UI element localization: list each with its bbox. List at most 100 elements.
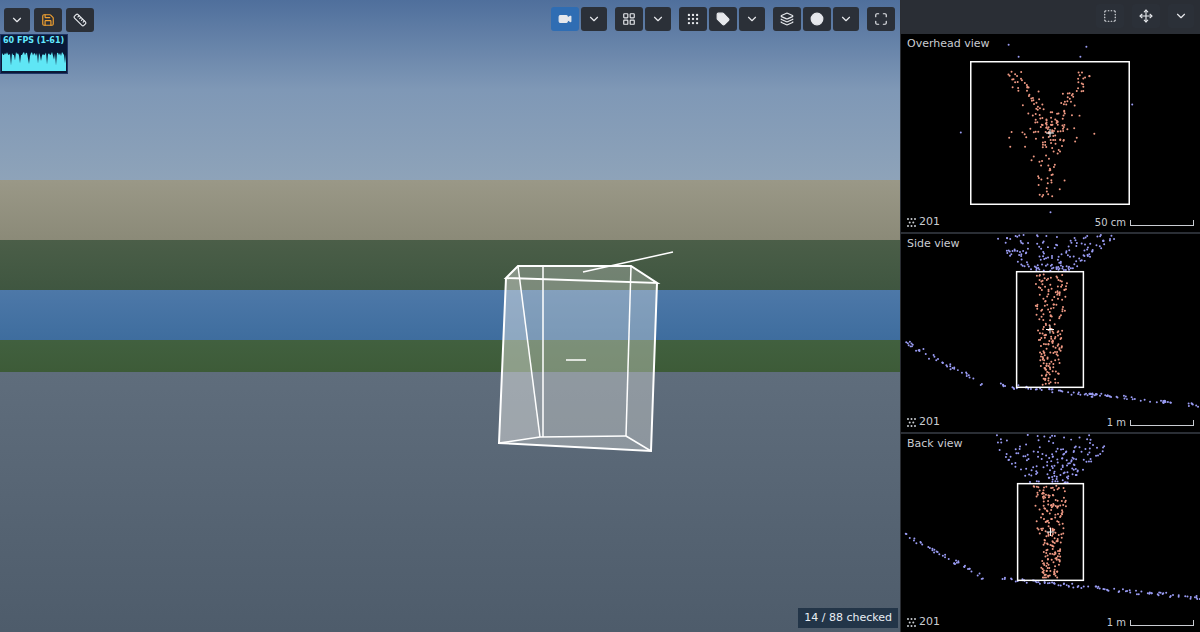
point-cloud-canvas[interactable]	[901, 34, 1200, 232]
point	[1073, 464, 1075, 466]
dropdown-button[interactable]	[581, 7, 607, 31]
layout-button[interactable]	[615, 7, 643, 31]
point	[1091, 393, 1093, 395]
point	[1052, 370, 1054, 372]
point	[1056, 120, 1058, 122]
point	[1054, 514, 1056, 516]
point	[1020, 240, 1022, 242]
point	[1033, 103, 1035, 105]
point	[1055, 371, 1057, 373]
point	[1087, 394, 1089, 396]
camera-button[interactable]	[551, 7, 579, 31]
point	[1024, 133, 1026, 135]
bounding-box[interactable]	[1017, 272, 1084, 388]
bounding-box[interactable]	[971, 62, 1129, 205]
point	[1058, 553, 1060, 555]
point	[1066, 100, 1068, 102]
save-button[interactable]	[34, 8, 62, 32]
view-title: Side view	[907, 237, 1194, 251]
point	[1036, 520, 1038, 522]
layers-button[interactable]	[773, 7, 801, 31]
point	[1041, 264, 1043, 266]
point-cloud-canvas[interactable]	[901, 434, 1200, 632]
point	[1038, 161, 1040, 163]
point	[1062, 130, 1064, 132]
point	[1008, 137, 1010, 139]
point	[1076, 474, 1078, 476]
point	[1015, 235, 1017, 237]
point	[1006, 453, 1008, 455]
point	[1050, 504, 1052, 506]
center-mark	[1046, 326, 1054, 334]
point	[1053, 475, 1055, 477]
dropdown-button[interactable]	[4, 8, 30, 32]
ruler-button[interactable]	[66, 8, 94, 32]
dropdown-button[interactable]	[833, 7, 859, 31]
point	[1044, 354, 1046, 356]
dropdown-button[interactable]	[739, 7, 765, 31]
point	[1052, 528, 1054, 530]
point	[1151, 592, 1153, 594]
point	[1064, 296, 1066, 298]
point	[1042, 577, 1044, 579]
point	[1038, 318, 1040, 320]
cuboid-annotation[interactable]	[499, 252, 673, 451]
point	[942, 362, 944, 364]
point	[1052, 331, 1054, 333]
point	[1019, 446, 1021, 448]
point	[1054, 128, 1056, 130]
point	[1035, 473, 1037, 475]
point	[1099, 395, 1101, 397]
point	[1038, 90, 1040, 92]
point	[1050, 174, 1052, 176]
point	[1075, 468, 1077, 470]
point	[1060, 390, 1062, 392]
point	[905, 533, 907, 535]
point	[1049, 469, 1051, 471]
scene-canvas[interactable]	[0, 0, 900, 632]
point	[1063, 289, 1065, 291]
point	[1051, 255, 1053, 257]
point	[1040, 517, 1042, 519]
point-cloud-canvas[interactable]	[901, 234, 1200, 432]
point	[1042, 313, 1044, 315]
point	[1063, 583, 1065, 585]
point	[911, 342, 913, 344]
point	[1022, 104, 1024, 106]
point	[1064, 180, 1066, 182]
fullscreen-button[interactable]	[867, 7, 895, 31]
point	[1084, 244, 1086, 246]
point	[1031, 100, 1033, 102]
point	[1054, 537, 1056, 539]
camera-icon	[558, 12, 572, 26]
bounding-box[interactable]	[1018, 484, 1084, 581]
dropdown-button[interactable]	[1168, 4, 1194, 28]
points-button[interactable]	[679, 7, 707, 31]
point	[1026, 86, 1028, 88]
point	[1043, 507, 1045, 509]
point	[1046, 520, 1048, 522]
point	[1054, 565, 1056, 567]
point	[1060, 338, 1062, 340]
point	[1048, 388, 1050, 390]
point	[1037, 106, 1039, 108]
select-button[interactable]	[1096, 4, 1124, 28]
point	[1024, 82, 1026, 84]
point	[1056, 113, 1058, 115]
point	[1048, 365, 1050, 367]
point	[1046, 509, 1048, 511]
point	[1058, 390, 1060, 392]
camera-viewport[interactable]: 60 FPS (1-61)14 / 88 checked	[0, 0, 900, 632]
point	[1061, 537, 1063, 539]
point	[1054, 135, 1056, 137]
point	[1022, 455, 1024, 457]
point	[915, 350, 917, 352]
tag-button[interactable]	[709, 7, 737, 31]
point	[1196, 595, 1198, 597]
point	[1049, 169, 1051, 171]
layout-icon	[622, 12, 636, 26]
point	[1034, 121, 1036, 123]
dropdown-button[interactable]	[645, 7, 671, 31]
move-button[interactable]	[1132, 4, 1160, 28]
circle-button[interactable]	[803, 7, 831, 31]
